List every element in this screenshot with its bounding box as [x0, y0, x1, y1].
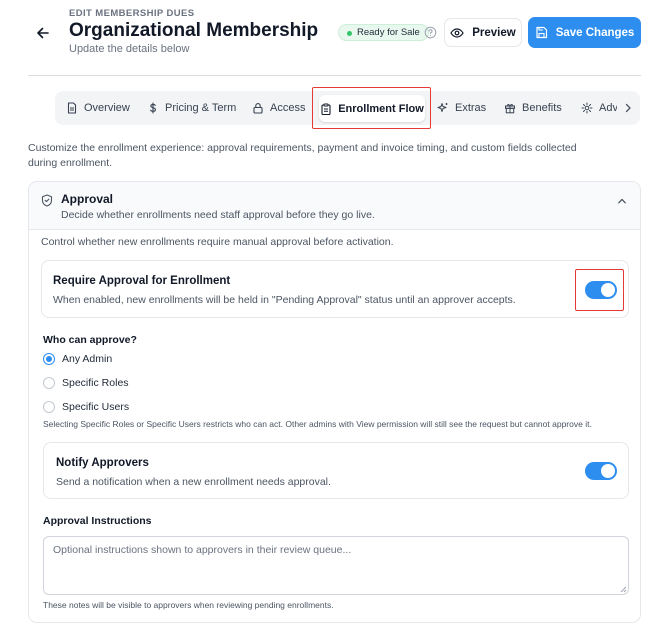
require-approval-description: When enabled, new enrollments will be he…: [53, 294, 516, 306]
tab-enrollment-flow[interactable]: Enrollment Flow: [319, 95, 425, 122]
require-approval-toggle[interactable]: [585, 281, 617, 299]
back-button[interactable]: [33, 23, 53, 43]
page-subtitle: Update the details below: [69, 43, 190, 55]
approval-control-text: Control whether new enrollments require …: [41, 236, 394, 248]
radio-specific-users[interactable]: Specific Users: [43, 399, 129, 415]
who-can-approve-label: Who can approve?: [43, 334, 137, 346]
dollar-icon: [150, 102, 156, 114]
tab-overview[interactable]: Overview: [66, 91, 130, 125]
radio-any-admin-label: Any Admin: [62, 353, 113, 365]
tab-advanced-label: Adv: [599, 102, 618, 114]
tab-pricing-term[interactable]: Pricing & Term: [147, 91, 236, 125]
require-approval-setting: Require Approval for Enrollment When ena…: [41, 260, 629, 318]
require-approval-title: Require Approval for Enrollment: [53, 275, 231, 287]
approval-subtitle: Decide whether enrollments need staff ap…: [61, 209, 375, 221]
page-eyebrow: EDIT MEMBERSHIP DUES: [69, 8, 195, 19]
preview-button-label: Preview: [472, 26, 516, 39]
notify-approvers-description: Send a notification when a new enrollmen…: [56, 476, 331, 488]
who-can-approve-note: Selecting Specific Roles or Specific Use…: [43, 419, 592, 429]
tab-access-label: Access: [270, 102, 306, 114]
save-button-label: Save Changes: [555, 26, 635, 39]
tab-extras-label: Extras: [455, 102, 487, 114]
gear-icon: [581, 102, 593, 114]
tab-pricing-term-label: Pricing & Term: [165, 102, 237, 114]
status-badge: Ready for Sale: [338, 24, 429, 41]
notify-approvers-setting: Notify Approvers Send a notification whe…: [43, 442, 629, 499]
radio-button: [43, 401, 55, 413]
radio-specific-roles[interactable]: Specific Roles: [43, 375, 129, 391]
tab-access[interactable]: Access: [252, 91, 305, 125]
toggle-knob: [601, 283, 615, 297]
radio-specific-roles-label: Specific Roles: [62, 377, 129, 389]
tab-overview-label: Overview: [84, 102, 130, 114]
save-icon: [536, 26, 547, 39]
tab-enrollment-flow-label: Enrollment Flow: [338, 102, 424, 115]
clipboard-icon: [321, 103, 331, 115]
radio-specific-users-label: Specific Users: [62, 401, 130, 413]
arrow-left-icon: [37, 27, 49, 39]
notify-approvers-toggle[interactable]: [585, 462, 617, 480]
chevron-right-icon: [625, 103, 631, 113]
approval-card-header[interactable]: Approval Decide whether enrollments need…: [29, 182, 640, 230]
tab-advanced[interactable]: Adv: [581, 91, 618, 125]
page-header: EDIT MEMBERSHIP DUES Organizational Memb…: [0, 0, 670, 76]
page-title: Organizational Membership: [69, 20, 319, 41]
tab-extras[interactable]: Extras: [437, 91, 486, 125]
sparkle-icon: [437, 103, 448, 112]
radio-any-admin[interactable]: Any Admin: [43, 351, 112, 367]
tabs-scroll-right-button[interactable]: [617, 94, 639, 122]
tab-benefits[interactable]: Benefits: [504, 91, 562, 125]
approval-instructions-note: These notes will be visible to approvers…: [43, 600, 334, 610]
tab-benefits-label: Benefits: [522, 102, 562, 114]
help-icon[interactable]: [424, 26, 437, 39]
chevron-up-icon[interactable]: [617, 196, 627, 206]
notify-approvers-title: Notify Approvers: [56, 457, 149, 469]
approval-instructions-label: Approval Instructions: [43, 515, 152, 527]
intro-text: Customize the enrollment experience: app…: [28, 142, 577, 169]
status-dot: [347, 31, 352, 36]
approval-instructions-input[interactable]: [43, 536, 629, 595]
toggle-knob: [601, 464, 615, 478]
lock-icon: [253, 103, 263, 114]
radio-button-checked: [43, 353, 55, 365]
eye-icon: [450, 27, 464, 38]
save-changes-button[interactable]: Save Changes: [528, 17, 641, 48]
approval-title: Approval: [61, 192, 114, 206]
document-icon: [67, 102, 77, 114]
preview-button[interactable]: Preview: [444, 18, 522, 47]
header-divider: [28, 75, 641, 76]
shield-icon: [41, 194, 53, 207]
gift-icon: [505, 104, 515, 114]
status-badge-label: Ready for Sale: [357, 27, 420, 38]
radio-button: [43, 377, 55, 389]
approval-card: Approval Decide whether enrollments need…: [28, 181, 641, 623]
